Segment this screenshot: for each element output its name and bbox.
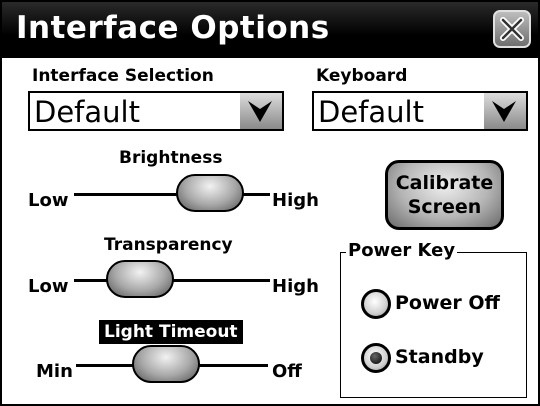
keyboard-dropdown[interactable]: Default bbox=[312, 91, 528, 131]
calibrate-line2: Screen bbox=[407, 196, 482, 218]
transparency-slider-thumb[interactable] bbox=[106, 260, 174, 298]
radio-selected-dot bbox=[370, 352, 382, 364]
chevron-down-icon bbox=[492, 101, 516, 122]
transparency-label: Transparency bbox=[104, 235, 233, 255]
power-off-radio[interactable] bbox=[361, 289, 391, 319]
interface-selection-label: Interface Selection bbox=[32, 66, 214, 86]
power-key-group bbox=[340, 252, 527, 398]
light-timeout-slider-thumb[interactable] bbox=[131, 345, 200, 383]
brightness-min-label: Low bbox=[28, 190, 69, 211]
close-x-icon bbox=[500, 17, 524, 41]
light-timeout-min-label: Min bbox=[36, 361, 73, 382]
light-timeout-label: Light Timeout bbox=[99, 320, 243, 344]
power-key-label: Power Key bbox=[346, 240, 458, 261]
keyboard-arrow-button[interactable] bbox=[484, 93, 526, 129]
interface-selection-arrow-button[interactable] bbox=[240, 93, 282, 129]
interface-selection-value: Default bbox=[34, 95, 140, 129]
interface-options-window: Interface Options Interface Selection De… bbox=[0, 0, 540, 406]
brightness-slider-thumb[interactable] bbox=[176, 174, 245, 212]
close-button[interactable] bbox=[493, 10, 531, 48]
light-timeout-max-label: Off bbox=[272, 361, 302, 382]
power-off-label[interactable]: Power Off bbox=[395, 292, 500, 314]
standby-radio[interactable] bbox=[361, 343, 391, 373]
calibrate-screen-button[interactable]: Calibrate Screen bbox=[385, 160, 504, 230]
keyboard-value: Default bbox=[318, 95, 424, 129]
keyboard-label: Keyboard bbox=[316, 66, 408, 86]
standby-label[interactable]: Standby bbox=[395, 346, 484, 368]
brightness-max-label: High bbox=[272, 190, 319, 211]
chevron-down-icon bbox=[248, 101, 272, 122]
transparency-max-label: High bbox=[272, 276, 319, 297]
window-title: Interface Options bbox=[16, 10, 330, 46]
title-bar: Interface Options bbox=[2, 2, 538, 58]
brightness-label: Brightness bbox=[119, 148, 223, 168]
calibrate-line1: Calibrate bbox=[395, 172, 494, 194]
transparency-min-label: Low bbox=[28, 276, 69, 297]
interface-selection-dropdown[interactable]: Default bbox=[28, 91, 284, 131]
